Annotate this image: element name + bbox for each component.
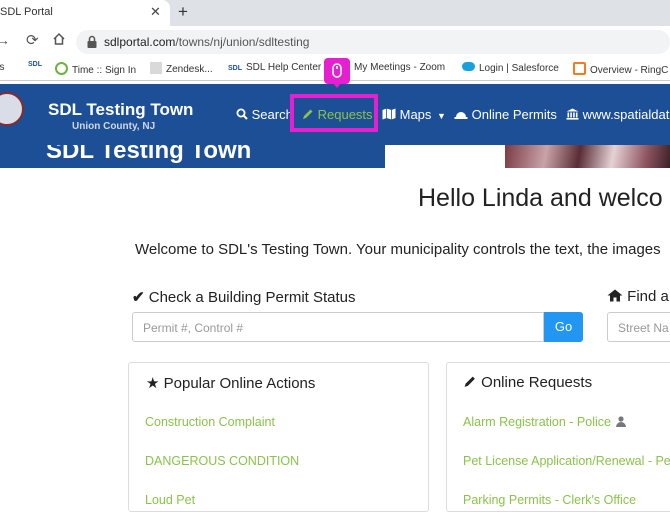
popular-actions-heading: ★ Popular Online Actions xyxy=(146,374,315,392)
salesforce-cloud-icon xyxy=(462,62,475,71)
clock-icon xyxy=(55,62,68,75)
street-search-input[interactable]: Street Na xyxy=(607,312,670,342)
new-tab-button[interactable]: + xyxy=(178,2,188,22)
request-link[interactable]: Pet License Application/Renewal - Pet xyxy=(463,454,670,468)
star-icon: ★ xyxy=(146,375,160,392)
request-link-label: Alarm Registration - Police xyxy=(463,415,611,429)
menu-online-permits-label: Online Permits xyxy=(471,107,557,122)
online-requests-heading: Online Requests xyxy=(463,374,592,391)
bookmark-apps[interactable]: ps xyxy=(0,62,5,73)
search-icon xyxy=(236,108,248,120)
popular-actions-title: Popular Online Actions xyxy=(163,375,316,392)
url-path: /towns/nj/union/sdltesting xyxy=(175,35,310,49)
popular-actions-panel: ★ Popular Online Actions Construction Co… xyxy=(128,362,429,512)
address-bar[interactable]: sdlportal.com/towns/nj/union/sdltesting xyxy=(76,30,670,54)
reload-icon[interactable]: ⟳ xyxy=(26,31,39,49)
online-requests-panel: Online Requests Alarm Registration - Pol… xyxy=(446,362,670,512)
bookmark-salesforce-label: Login | Salesforce xyxy=(479,63,559,74)
url-domain: sdlportal.com xyxy=(104,35,176,49)
ringcentral-icon xyxy=(573,62,586,75)
bookmark-help-label: SDL Help Center xyxy=(246,62,322,73)
bookmark-time[interactable]: Time :: Sign In xyxy=(55,62,136,76)
go-button[interactable]: Go xyxy=(544,312,583,342)
browser-tab-bar: SDL Portal ✕ + xyxy=(0,0,670,26)
menu-website[interactable]: www.spatialdata xyxy=(566,107,670,122)
sdl-icon: SDL xyxy=(228,65,242,72)
action-link[interactable]: Construction Complaint xyxy=(145,415,275,429)
lock-icon xyxy=(87,35,97,48)
menu-search[interactable]: Search xyxy=(236,107,293,122)
online-requests-title: Online Requests xyxy=(481,374,593,391)
menu-search-label: Search xyxy=(251,107,293,122)
hero-title: SDL Testing Town xyxy=(46,145,252,164)
bookmark-sdl-logo[interactable]: SDL xyxy=(28,61,42,68)
bookmark-ringcentral-label: Overview - RingC xyxy=(590,65,669,76)
caret-down-icon: ▼ xyxy=(437,111,446,121)
request-link[interactable]: Parking Permits - Clerk's Office xyxy=(463,493,636,507)
bookmark-zendesk-label: Zendesk... xyxy=(166,64,213,75)
find-address-title: Find a xyxy=(627,288,669,305)
forward-icon[interactable]: → xyxy=(0,32,10,48)
permit-search-input[interactable]: Permit #, Control # xyxy=(132,312,544,342)
institution-icon xyxy=(566,108,579,120)
menu-maps[interactable]: Maps ▼ xyxy=(382,107,446,122)
close-tab-icon[interactable]: ✕ xyxy=(150,4,161,20)
greeting-heading: Hello Linda and welco xyxy=(418,184,663,212)
map-icon xyxy=(382,108,396,120)
hard-hat-icon xyxy=(454,112,468,119)
requests-highlight-box xyxy=(290,94,378,132)
sdl-icon xyxy=(150,62,162,74)
action-link[interactable]: DANGEROUS CONDITION xyxy=(145,454,299,468)
home-icon[interactable] xyxy=(52,32,66,49)
menu-online-permits[interactable]: Online Permits xyxy=(454,107,557,122)
town-seal-logo xyxy=(0,92,24,126)
browser-tab[interactable]: SDL Portal ✕ xyxy=(0,0,170,26)
check-icon: ✔ xyxy=(132,289,145,306)
welcome-text: Welcome to SDL's Testing Town. Your muni… xyxy=(135,241,661,258)
user-icon xyxy=(615,416,626,427)
bookmark-help-center[interactable]: SDL SDL Help Center xyxy=(228,62,321,73)
bookmark-time-label: Time :: Sign In xyxy=(72,65,137,76)
town-name[interactable]: SDL Testing Town xyxy=(48,100,193,120)
home-icon xyxy=(607,289,623,302)
permit-status-heading: ✔ Check a Building Permit Status xyxy=(132,288,356,306)
browser-nav-bar: → ⟳ sdlportal.com/towns/nj/union/sdltest… xyxy=(0,26,670,58)
bookmark-salesforce[interactable]: Login | Salesforce xyxy=(462,62,559,74)
permit-status-title: Check a Building Permit Status xyxy=(148,289,356,306)
mouse-icon xyxy=(332,63,342,78)
hero-photo xyxy=(505,145,670,168)
pencil-icon xyxy=(464,376,475,387)
url-text: sdlportal.com/towns/nj/union/sdltesting xyxy=(104,35,309,49)
tab-title: SDL Portal xyxy=(0,6,53,18)
bookmark-ringcentral[interactable]: Overview - RingC xyxy=(573,62,668,76)
action-link[interactable]: Loud Pet xyxy=(145,493,195,507)
hero-banner: SDL Testing Town xyxy=(0,145,385,168)
request-link[interactable]: Alarm Registration - Police xyxy=(463,415,626,429)
bookmark-zendesk[interactable]: Zendesk... xyxy=(150,62,213,75)
menu-maps-label: Maps xyxy=(399,107,432,122)
town-county: Union County, NJ xyxy=(72,121,156,132)
menu-website-label: www.spatialdata xyxy=(582,107,670,122)
mouse-click-indicator xyxy=(324,58,350,88)
bookmark-zoom[interactable]: My Meetings - Zoom xyxy=(354,62,445,73)
find-address-heading: Find a xyxy=(607,288,669,305)
